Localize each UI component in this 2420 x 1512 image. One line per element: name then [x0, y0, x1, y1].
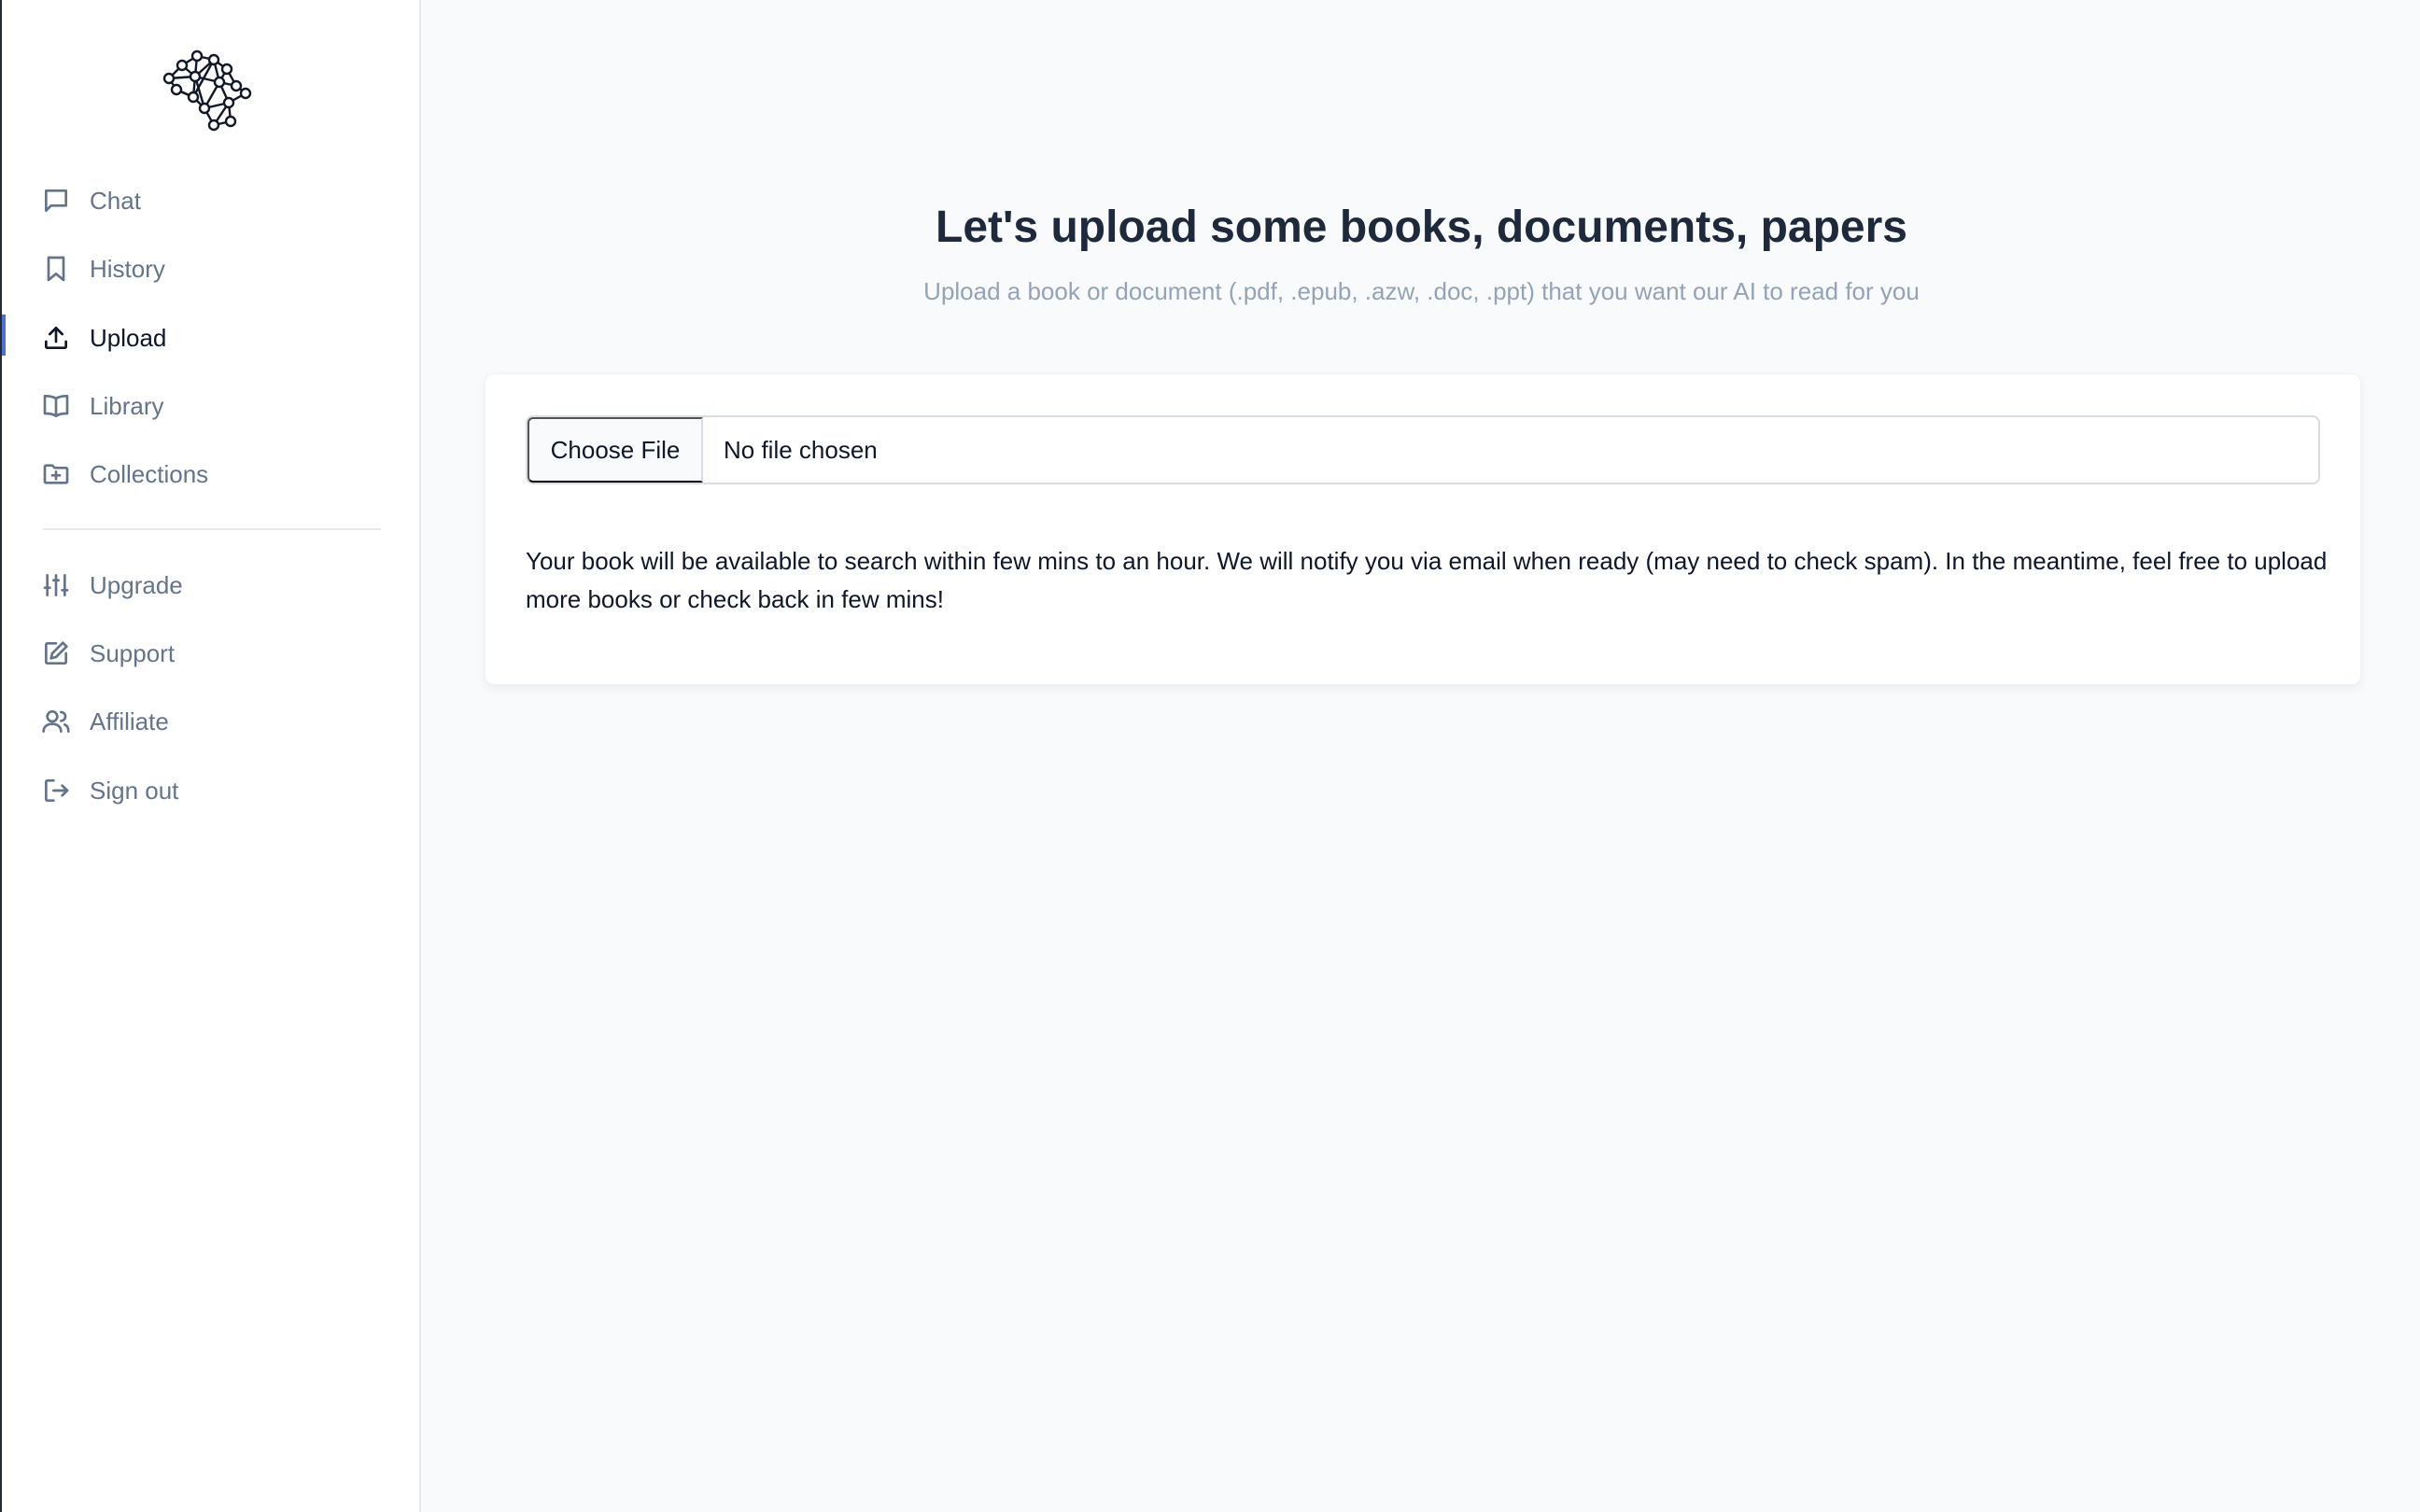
page-title: Let's upload some books, documents, pape… — [936, 203, 1907, 252]
sidebar-item-library[interactable]: Library — [2, 379, 419, 431]
sidebar-item-upgrade[interactable]: Upgrade — [2, 558, 419, 610]
app-window: Chat History Upload Library Collections — [0, 0, 2420, 1512]
upload-card: Choose File No file chosen Your book wil… — [485, 373, 2361, 685]
sidebar-item-label: Collections — [90, 460, 209, 488]
bookmark-icon — [41, 254, 71, 284]
sidebar-divider — [43, 528, 381, 530]
sidebar-item-history[interactable]: History — [2, 242, 419, 294]
sidebar-item-upload[interactable]: Upload — [2, 311, 419, 363]
sidebar-item-label: Upload — [90, 324, 167, 352]
sidebar-item-chat[interactable]: Chat — [2, 174, 419, 226]
sidebar-item-label: Upgrade — [90, 571, 183, 599]
file-input[interactable]: Choose File No file chosen — [526, 415, 2320, 484]
users-icon — [41, 707, 71, 736]
upload-info-text: Your book will be available to search wi… — [526, 547, 2328, 613]
sidebar-item-affiliate[interactable]: Affiliate — [2, 694, 419, 747]
sidebar-item-label: Affiliate — [90, 707, 169, 735]
main-content: Let's upload some books, documents, pape… — [423, 0, 2420, 1512]
upload-icon — [41, 323, 71, 353]
page-subtitle: Upload a book or document (.pdf, .epub, … — [923, 277, 1920, 305]
sidebar-item-label: Sign out — [90, 777, 179, 805]
sidebar-item-label: Library — [90, 392, 164, 420]
sidebar-item-support[interactable]: Support — [2, 626, 419, 679]
sidebar-item-sign-out[interactable]: Sign out — [2, 763, 419, 816]
file-status-text: No file chosen — [724, 435, 878, 464]
sidebar-item-collections[interactable]: Collections — [2, 447, 419, 499]
choose-file-button[interactable]: Choose File — [528, 417, 703, 483]
sidebar: Chat History Upload Library Collections — [2, 0, 421, 1512]
chat-bubble-icon — [41, 186, 71, 216]
edit-icon — [41, 638, 71, 668]
sidebar-item-label: Support — [90, 639, 176, 667]
sidebar-item-label: History — [90, 255, 165, 283]
sign-out-icon — [41, 776, 71, 805]
sliders-icon — [41, 570, 71, 600]
neural-network-brain-icon[interactable] — [162, 49, 262, 138]
open-book-icon — [41, 391, 71, 421]
sidebar-item-label: Chat — [90, 187, 141, 215]
folder-plus-icon — [41, 459, 71, 489]
